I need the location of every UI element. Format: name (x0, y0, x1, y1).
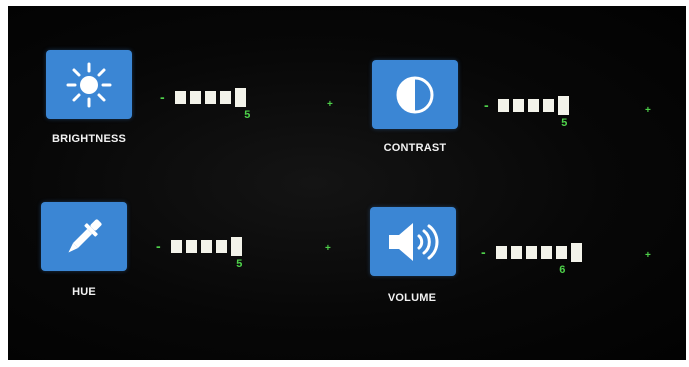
level-segment (498, 99, 509, 112)
level-segment (496, 246, 507, 259)
level-segment (558, 96, 569, 115)
level-segment (556, 246, 567, 259)
brightness-increase-button[interactable]: + (327, 100, 333, 110)
contrast-button[interactable] (372, 60, 458, 129)
volume-button[interactable] (370, 207, 456, 276)
volume-decrease-button[interactable]: - (481, 245, 486, 259)
sun-icon (66, 62, 112, 107)
brightness-button[interactable] (46, 50, 132, 119)
level-segment (511, 246, 522, 259)
osd-screen: BRIGHTNESS - 5 + CONTRAST - 5 + HUE - 5 … (8, 6, 686, 360)
level-segment (541, 246, 552, 259)
contrast-level-bar[interactable] (498, 96, 569, 115)
level-segment (190, 91, 201, 104)
level-segment (571, 243, 582, 262)
volume-level-bar[interactable] (496, 243, 582, 262)
level-segment (235, 88, 246, 107)
level-segment (543, 99, 554, 112)
level-segment (175, 91, 186, 104)
volume-level-value: 6 (559, 265, 566, 277)
brightness-label: BRIGHTNESS (51, 133, 127, 145)
hue-decrease-button[interactable]: - (156, 239, 161, 253)
level-segment (526, 246, 537, 259)
hue-increase-button[interactable]: + (325, 244, 331, 254)
hue-level-bar[interactable] (171, 237, 242, 256)
volume-increase-button[interactable]: + (645, 251, 651, 261)
contrast-decrease-button[interactable]: - (484, 98, 489, 112)
brightness-decrease-button[interactable]: - (160, 90, 165, 104)
contrast-level-value: 5 (561, 118, 568, 130)
level-segment (231, 237, 242, 256)
brightness-level-bar[interactable] (175, 88, 246, 107)
level-segment (528, 99, 539, 112)
contrast-icon (396, 76, 434, 113)
contrast-label: CONTRAST (383, 142, 447, 154)
hue-label: HUE (72, 286, 96, 298)
level-segment (513, 99, 524, 112)
speaker-icon (389, 222, 439, 261)
contrast-increase-button[interactable]: + (645, 106, 651, 116)
hue-level-value: 5 (236, 259, 243, 271)
brightness-level-value: 5 (244, 110, 251, 122)
level-segment (205, 91, 216, 104)
level-segment (186, 240, 197, 253)
volume-label: VOLUME (387, 292, 437, 304)
level-segment (171, 240, 182, 253)
level-segment (220, 91, 231, 104)
dropper-icon (68, 218, 102, 253)
hue-button[interactable] (41, 202, 127, 271)
level-segment (201, 240, 212, 253)
level-segment (216, 240, 227, 253)
